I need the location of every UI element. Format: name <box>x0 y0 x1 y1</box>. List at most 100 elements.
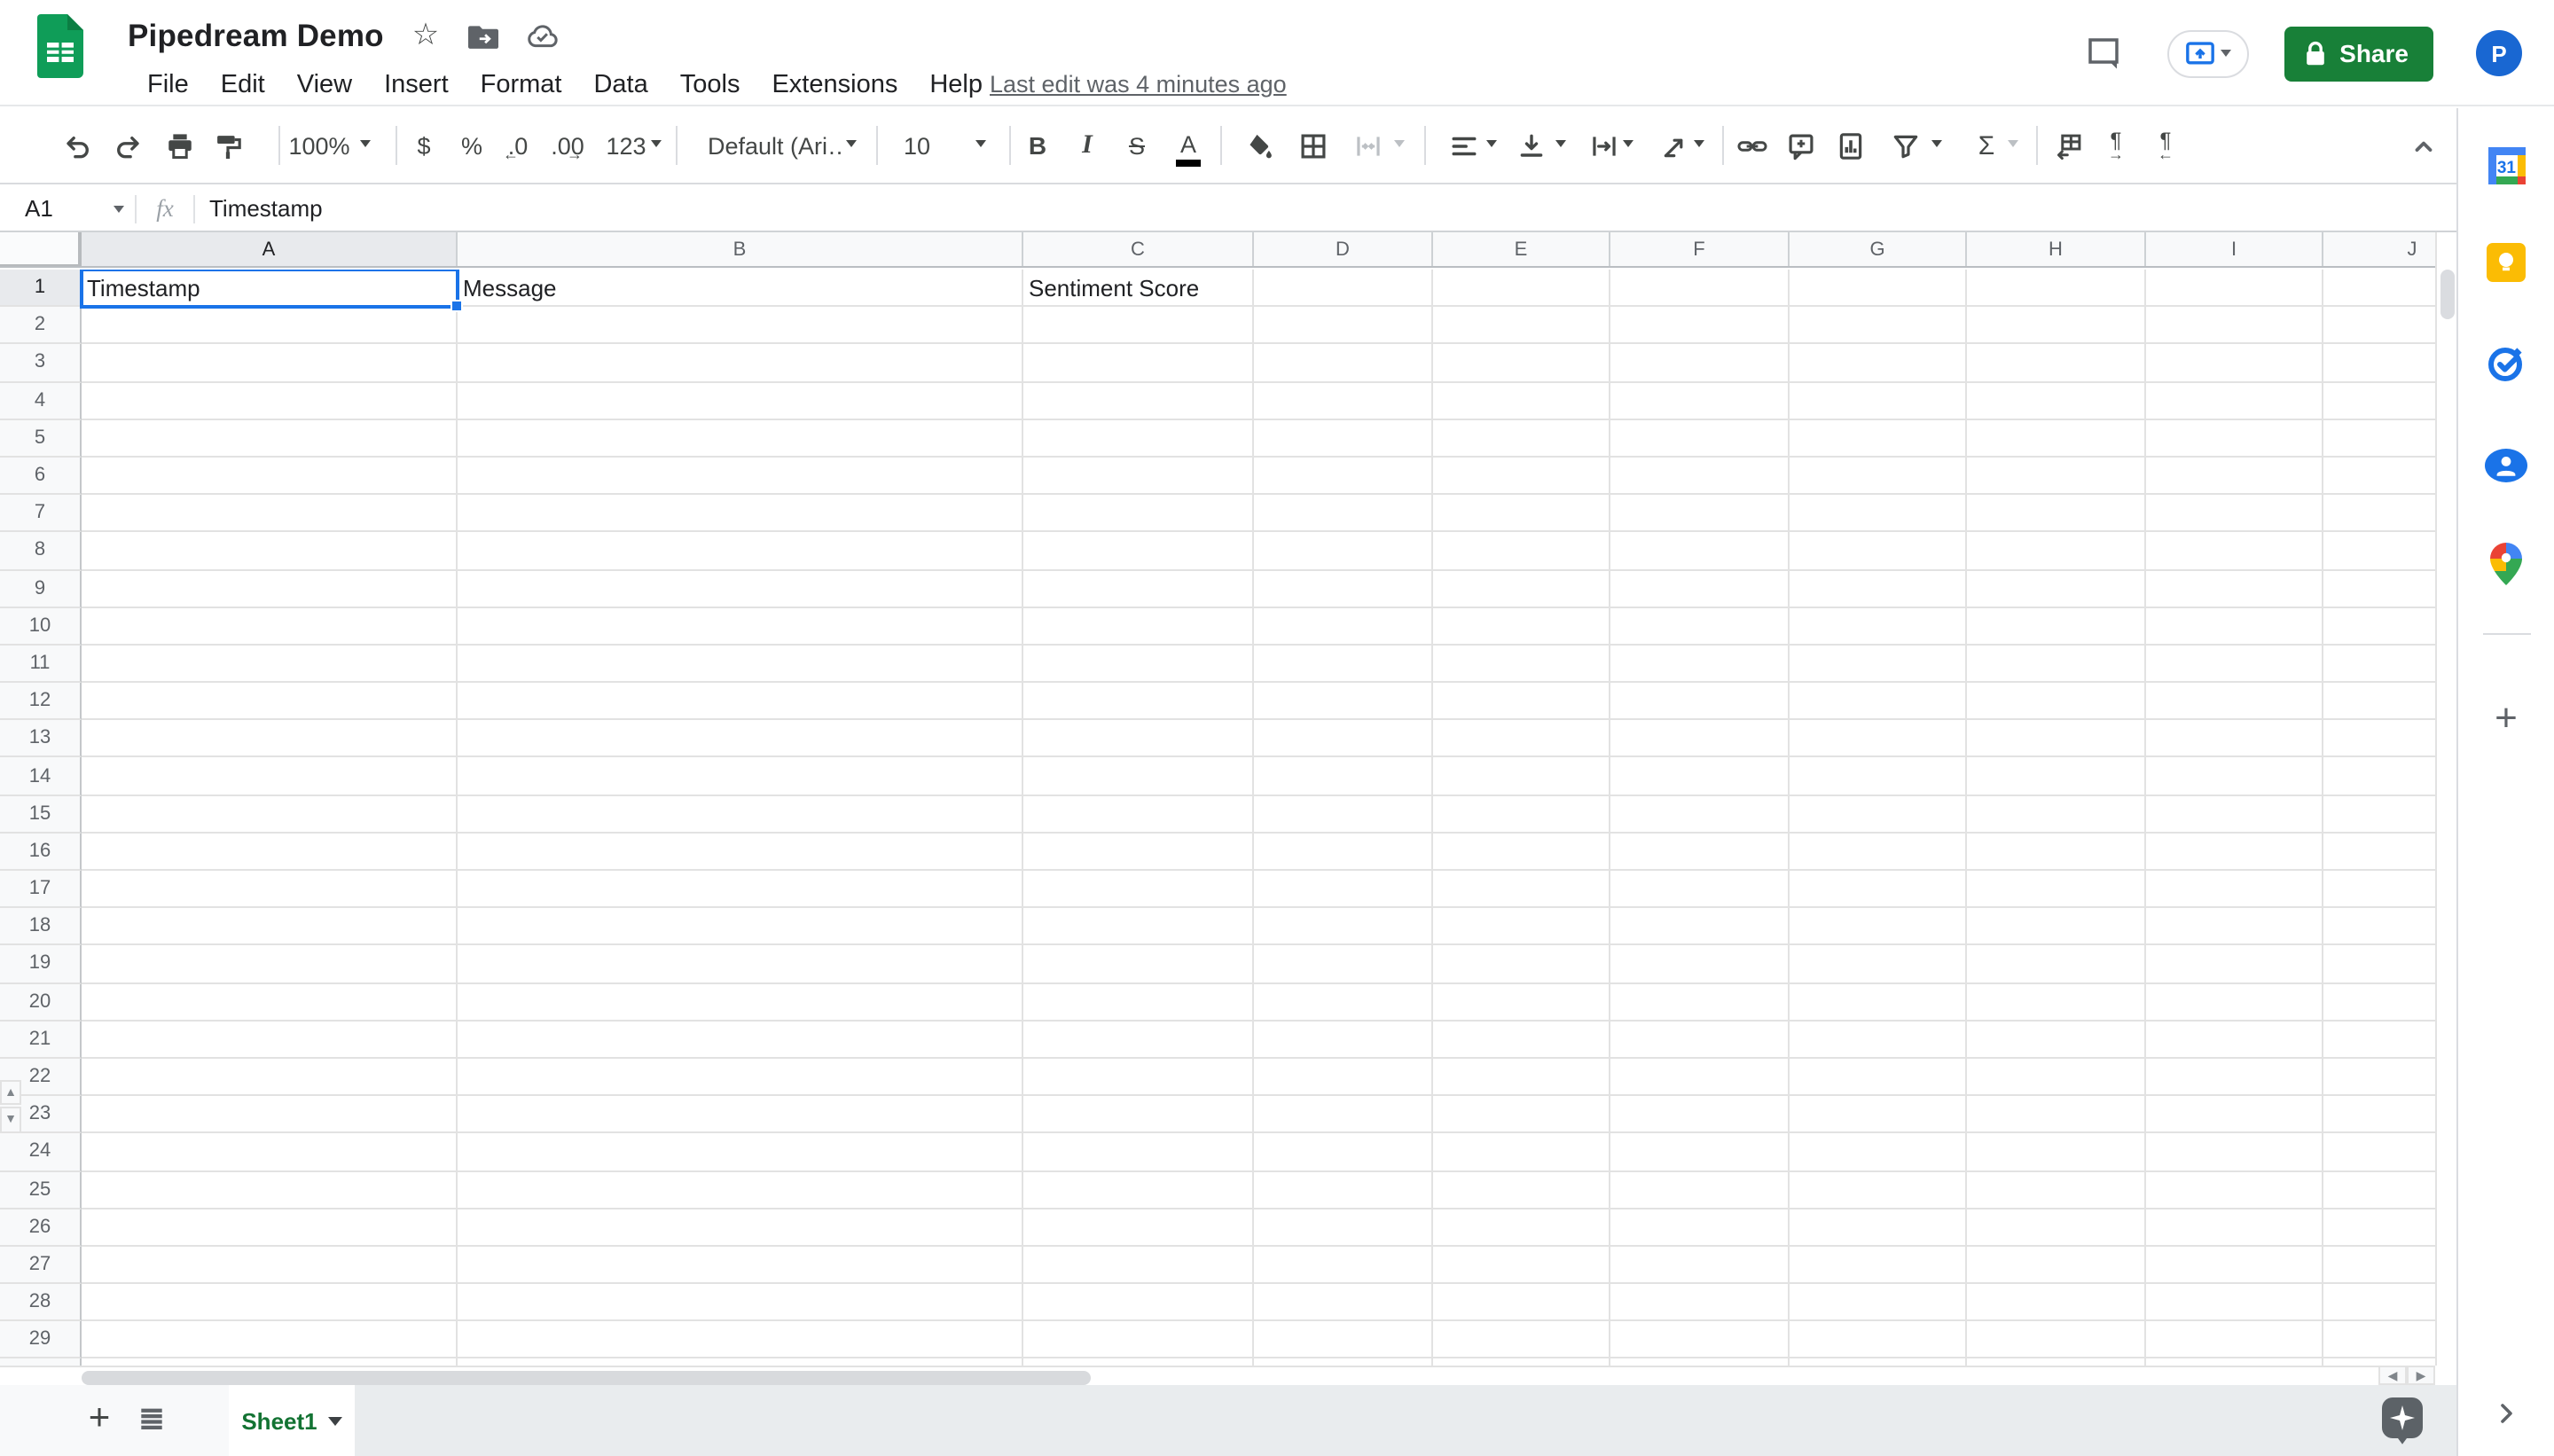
cell-E30[interactable] <box>1433 1359 1610 1366</box>
cell-G3[interactable] <box>1790 345 1967 382</box>
cell-D16[interactable] <box>1254 834 1433 871</box>
cell-D1[interactable] <box>1254 270 1433 307</box>
zoom-control[interactable]: 100% <box>284 122 355 168</box>
menu-tools[interactable]: Tools <box>664 71 756 99</box>
cell-J25[interactable] <box>2323 1171 2435 1209</box>
borders-button[interactable] <box>1289 122 1336 168</box>
cell-C11[interactable] <box>1023 646 1254 683</box>
row-header-30[interactable]: 30 <box>0 1359 82 1366</box>
cell-I22[interactable] <box>2146 1059 2323 1096</box>
cell-E18[interactable] <box>1433 908 1610 945</box>
cell-D19[interactable] <box>1254 946 1433 983</box>
cell-C16[interactable] <box>1023 834 1254 871</box>
cell-G26[interactable] <box>1790 1209 1967 1246</box>
row-header-4[interactable]: 4 <box>0 382 82 419</box>
cell-C9[interactable] <box>1023 570 1254 607</box>
cell-I14[interactable] <box>2146 758 2323 795</box>
cell-B8[interactable] <box>458 533 1023 570</box>
cell-H21[interactable] <box>1967 1022 2146 1059</box>
cell-E13[interactable] <box>1433 721 1610 758</box>
row-header-21[interactable]: 21 <box>0 1022 82 1059</box>
cell-J12[interactable] <box>2323 683 2435 720</box>
cell-E20[interactable] <box>1433 983 1610 1021</box>
cell-H30[interactable] <box>1967 1359 2146 1366</box>
cell-B27[interactable] <box>458 1247 1023 1284</box>
row-header-5[interactable]: 5 <box>0 420 82 458</box>
cell-E24[interactable] <box>1433 1134 1610 1171</box>
document-status-cloud-icon[interactable] <box>526 23 558 48</box>
cell-E9[interactable] <box>1433 570 1610 607</box>
cell-J19[interactable] <box>2323 946 2435 983</box>
cell-E2[interactable] <box>1433 307 1610 344</box>
cell-B4[interactable] <box>458 382 1023 419</box>
get-add-ons-button[interactable]: + <box>2481 693 2531 743</box>
cell-I25[interactable] <box>2146 1171 2323 1209</box>
cell-I9[interactable] <box>2146 570 2323 607</box>
cell-G30[interactable] <box>1790 1359 1967 1366</box>
cell-J6[interactable] <box>2323 458 2435 495</box>
cell-I18[interactable] <box>2146 908 2323 945</box>
cell-H24[interactable] <box>1967 1134 2146 1171</box>
cell-F14[interactable] <box>1610 758 1790 795</box>
cell-G6[interactable] <box>1790 458 1967 495</box>
cell-H10[interactable] <box>1967 607 2146 645</box>
cell-G17[interactable] <box>1790 871 1967 908</box>
cell-B30[interactable] <box>458 1359 1023 1366</box>
account-avatar[interactable]: P <box>2476 30 2522 76</box>
cell-H7[interactable] <box>1967 495 2146 532</box>
all-sheets-icon[interactable] <box>137 1405 167 1435</box>
cell-J27[interactable] <box>2323 1247 2435 1284</box>
cell-G10[interactable] <box>1790 607 1967 645</box>
cell-J22[interactable] <box>2323 1059 2435 1096</box>
cell-C24[interactable] <box>1023 1134 1254 1171</box>
cell-H5[interactable] <box>1967 420 2146 458</box>
row-header-24[interactable]: 24 <box>0 1134 82 1171</box>
decrease-decimal-button[interactable]: .0← <box>495 122 541 168</box>
cell-E26[interactable] <box>1433 1209 1610 1246</box>
row-header-14[interactable]: 14 <box>0 758 82 795</box>
sheet-tab-caret-icon[interactable] <box>328 1416 342 1425</box>
cell-G25[interactable] <box>1790 1171 1967 1209</box>
row-header-2[interactable]: 2 <box>0 307 82 344</box>
cell-D3[interactable] <box>1254 345 1433 382</box>
vertical-align-caret-icon[interactable] <box>1555 140 1566 147</box>
cell-D29[interactable] <box>1254 1322 1433 1359</box>
cell-H28[interactable] <box>1967 1284 2146 1321</box>
insert-link-button[interactable] <box>1729 122 1775 168</box>
cell-C14[interactable] <box>1023 758 1254 795</box>
cell-A17[interactable] <box>82 871 458 908</box>
menu-view[interactable]: View <box>281 71 368 99</box>
cell-F12[interactable] <box>1610 683 1790 720</box>
cell-I30[interactable] <box>2146 1359 2323 1366</box>
scroll-right-button[interactable]: ▶ <box>2407 1366 2435 1385</box>
cell-A9[interactable] <box>82 570 458 607</box>
cell-E3[interactable] <box>1433 345 1610 382</box>
bold-button[interactable]: B <box>1015 122 1061 168</box>
cell-I21[interactable] <box>2146 1022 2323 1059</box>
text-rotation-button[interactable] <box>1651 122 1697 168</box>
google-keep-icon[interactable] <box>2481 238 2531 287</box>
cell-J3[interactable] <box>2323 345 2435 382</box>
cell-I5[interactable] <box>2146 420 2323 458</box>
cell-F9[interactable] <box>1610 570 1790 607</box>
functions-button[interactable]: Σ <box>1963 122 2010 168</box>
menu-help[interactable]: Help <box>913 71 999 99</box>
cell-E5[interactable] <box>1433 420 1610 458</box>
row-header-9[interactable]: 9 <box>0 570 82 607</box>
cell-F21[interactable] <box>1610 1022 1790 1059</box>
cell-C28[interactable] <box>1023 1284 1254 1321</box>
cell-D15[interactable] <box>1254 795 1433 833</box>
cell-G18[interactable] <box>1790 908 1967 945</box>
cell-F30[interactable] <box>1610 1359 1790 1366</box>
name-box[interactable]: A1 <box>0 186 135 231</box>
cell-F8[interactable] <box>1610 533 1790 570</box>
column-header-D[interactable]: D <box>1254 232 1433 266</box>
cell-C19[interactable] <box>1023 946 1254 983</box>
cell-B18[interactable] <box>458 908 1023 945</box>
undo-button[interactable] <box>53 122 99 168</box>
cell-B10[interactable] <box>458 607 1023 645</box>
cell-F1[interactable] <box>1610 270 1790 307</box>
cell-C18[interactable] <box>1023 908 1254 945</box>
cell-A10[interactable] <box>82 607 458 645</box>
grid-rows[interactable]: 1TimestampMessageSentiment Score23456789… <box>0 270 2435 1366</box>
